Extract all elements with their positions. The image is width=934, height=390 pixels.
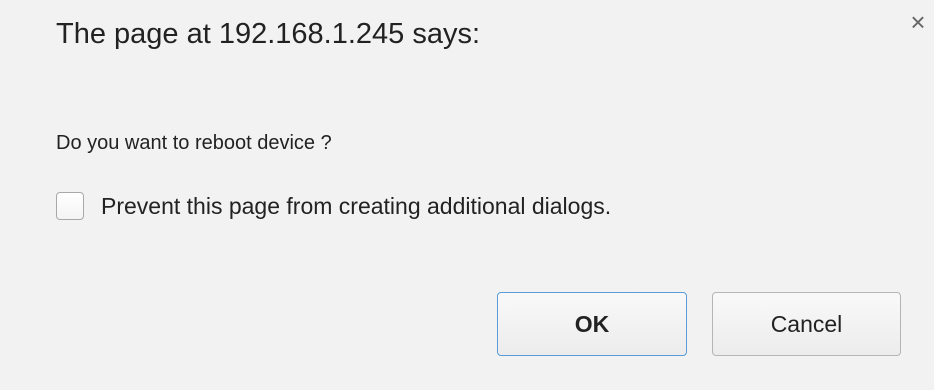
prevent-dialogs-option[interactable]: Prevent this page from creating addition… xyxy=(56,192,611,220)
close-icon[interactable]: × xyxy=(904,8,932,36)
prevent-dialogs-checkbox[interactable] xyxy=(56,192,84,220)
cancel-button[interactable]: Cancel xyxy=(712,292,901,356)
dialog-message: Do you want to reboot device ? xyxy=(56,132,332,154)
ok-button[interactable]: OK xyxy=(497,292,687,356)
dialog-title: The page at 192.168.1.245 says: xyxy=(56,18,481,50)
prevent-dialogs-label: Prevent this page from creating addition… xyxy=(101,192,612,219)
alert-dialog: × The page at 192.168.1.245 says: Do you… xyxy=(0,0,934,390)
